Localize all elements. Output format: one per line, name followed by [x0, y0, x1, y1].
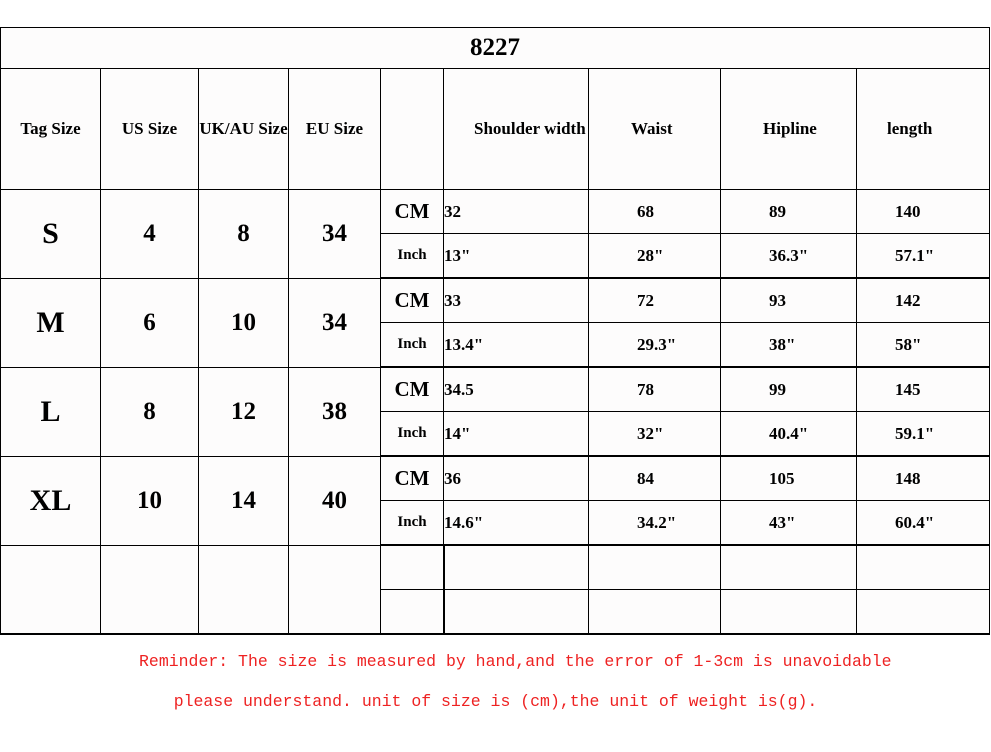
title-row: 8227: [0, 27, 991, 69]
cell-tag-size: L: [0, 366, 101, 457]
reminder-line-2: please understand. unit of size is (cm),…: [173, 692, 818, 711]
cell-length-cm-empty: [855, 544, 991, 590]
table-row: S 4 8 34 CM 32 68 89 140: [0, 189, 991, 279]
column-header-uk-au-size: UK/AU Size: [198, 68, 289, 190]
cell-hipline-cm: 99: [720, 366, 857, 412]
cell-unit-inch: Inch: [380, 233, 444, 279]
cell-unit-inch: Inch: [380, 322, 444, 368]
cell-tag-size-empty: [0, 544, 101, 635]
page-title: 8227: [0, 27, 991, 69]
cell-hipline-cm-empty: [720, 544, 857, 590]
cell-tag-size: M: [0, 277, 101, 368]
table-row-empty: [0, 544, 991, 635]
cell-unit-cm: CM: [380, 366, 444, 412]
cell-shoulder-width-inch: 13.4": [443, 322, 589, 368]
reminder-note: Reminder: The size is measured by hand,a…: [0, 632, 991, 752]
cell-uk-au-size: 12: [198, 366, 289, 457]
cell-tag-size: S: [0, 189, 101, 279]
cell-shoulder-width-cm: 36: [443, 455, 589, 501]
cell-length-inch: 58": [855, 322, 991, 368]
cell-shoulder-width-cm: 34.5: [443, 366, 589, 412]
cell-unit-cm-empty: [380, 544, 445, 590]
cell-us-size: 4: [100, 189, 199, 279]
column-header-tag-size: Tag Size: [0, 68, 101, 190]
cell-waist-cm: 84: [588, 455, 721, 501]
column-header-us-size: US Size: [100, 68, 199, 190]
size-chart-table: 8227 Tag Size US Size UK/AU Size EU Size…: [0, 27, 991, 635]
cell-shoulder-width-inch: 13": [443, 233, 589, 279]
cell-shoulder-width-inch: 14.6": [443, 500, 589, 546]
cell-uk-au-size: 8: [198, 189, 289, 279]
cell-waist-cm: 68: [588, 189, 721, 234]
cell-eu-size-empty: [288, 544, 381, 635]
cell-hipline-inch: 40.4": [720, 411, 857, 457]
table-row: XL 10 14 40 CM 36 84 105 148: [0, 455, 991, 546]
cell-tag-size: XL: [0, 455, 101, 546]
cell-waist-cm: 72: [588, 277, 721, 323]
cell-unit-inch: Inch: [380, 500, 444, 546]
table-row: M 6 10 34 CM 33 72 93 142: [0, 277, 991, 368]
cell-length-inch: 59.1": [855, 411, 991, 457]
column-header-waist: Waist: [588, 68, 721, 190]
cell-shoulder-width-cm: 32: [443, 189, 589, 234]
cell-us-size-empty: [100, 544, 199, 635]
cell-unit-cm: CM: [380, 277, 444, 323]
cell-length-cm: 142: [855, 277, 991, 323]
column-header-hipline: Hipline: [720, 68, 857, 190]
cell-eu-size: 34: [288, 277, 381, 368]
cell-shoulder-width-inch-empty: [443, 589, 589, 635]
cell-unit-cm: CM: [380, 189, 444, 234]
cell-uk-au-size-empty: [198, 544, 289, 635]
column-header-length: length: [855, 68, 991, 190]
cell-hipline-cm: 89: [720, 189, 857, 234]
cell-waist-inch: 28": [588, 233, 721, 279]
cell-us-size: 8: [100, 366, 199, 457]
column-header-unit: [380, 68, 444, 190]
cell-length-inch-empty: [855, 589, 991, 635]
cell-unit-cm: CM: [380, 455, 444, 501]
cell-shoulder-width-inch: 14": [443, 411, 589, 457]
cell-unit-inch: Inch: [380, 411, 444, 457]
cell-us-size: 10: [100, 455, 199, 546]
cell-us-size: 6: [100, 277, 199, 368]
cell-length-inch: 57.1": [855, 233, 991, 279]
reminder-line-1: Reminder: The size is measured by hand,a…: [139, 652, 892, 671]
cell-eu-size: 34: [288, 189, 381, 279]
cell-hipline-inch-empty: [720, 589, 857, 635]
column-header-shoulder-width: Shoulder width: [443, 68, 589, 190]
cell-length-cm: 145: [855, 366, 991, 412]
cell-hipline-inch: 38": [720, 322, 857, 368]
cell-unit-inch-empty: [380, 589, 445, 635]
column-header-eu-size: EU Size: [288, 68, 381, 190]
cell-waist-inch: 32": [588, 411, 721, 457]
cell-eu-size: 40: [288, 455, 381, 546]
size-chart-root: 8227 Tag Size US Size UK/AU Size EU Size…: [0, 0, 991, 714]
cell-shoulder-width-cm: 33: [443, 277, 589, 323]
cell-length-inch: 60.4": [855, 500, 991, 546]
cell-shoulder-width-cm-empty: [443, 544, 589, 590]
cell-waist-inch: 34.2": [588, 500, 721, 546]
cell-waist-inch: 29.3": [588, 322, 721, 368]
header-row: Tag Size US Size UK/AU Size EU Size Shou…: [0, 68, 991, 190]
cell-hipline-inch: 43": [720, 500, 857, 546]
table-row: L 8 12 38 CM 34.5 78 99 145: [0, 366, 991, 457]
cell-waist-cm: 78: [588, 366, 721, 412]
cell-length-cm: 148: [855, 455, 991, 501]
cell-waist-inch-empty: [588, 589, 721, 635]
cell-uk-au-size: 14: [198, 455, 289, 546]
cell-hipline-cm: 93: [720, 277, 857, 323]
cell-waist-cm-empty: [588, 544, 721, 590]
cell-hipline-inch: 36.3": [720, 233, 857, 279]
cell-eu-size: 38: [288, 366, 381, 457]
cell-uk-au-size: 10: [198, 277, 289, 368]
cell-length-cm: 140: [855, 189, 991, 234]
cell-hipline-cm: 105: [720, 455, 857, 501]
